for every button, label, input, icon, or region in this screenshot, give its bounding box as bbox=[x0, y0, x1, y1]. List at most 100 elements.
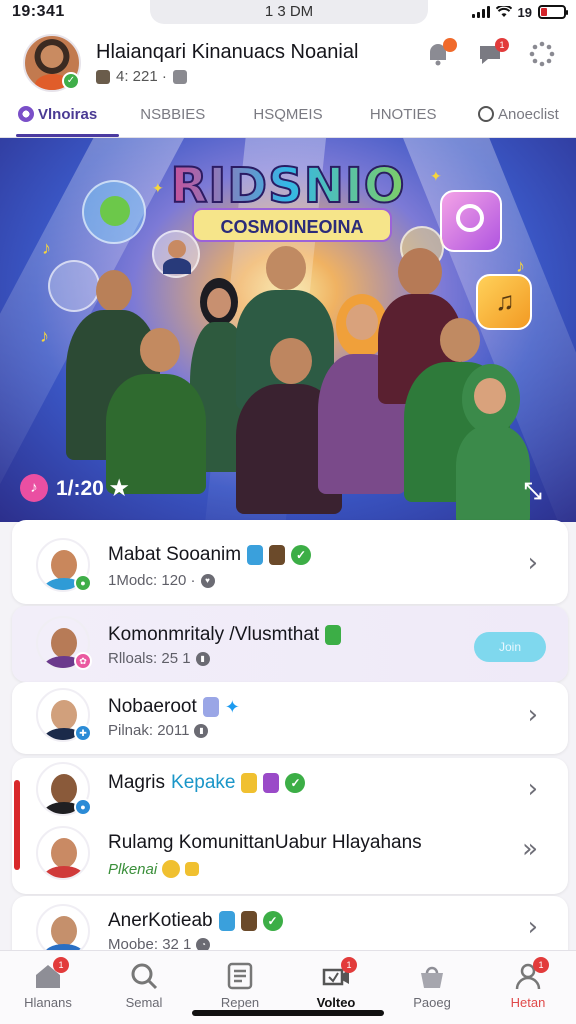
lock-icon bbox=[172, 69, 187, 84]
status-badge: ✿ bbox=[74, 652, 92, 670]
search-icon bbox=[131, 963, 158, 990]
tab-bar: Vlnoiras NSBBIES HSQMEIS HNOTIES Anoecli… bbox=[0, 102, 576, 138]
banner-count: ♪ 1/:20 ★ bbox=[20, 474, 129, 502]
emoji-icon bbox=[247, 545, 264, 565]
emoji-icon bbox=[185, 862, 200, 876]
double-chevron-icon[interactable]: » bbox=[522, 834, 538, 864]
status-bar: 19:341 1 3 DM 19 bbox=[0, 0, 576, 26]
list-item[interactable]: ● Magris Kepake ✓ › bbox=[12, 758, 568, 832]
item-subtitle: Plkenai bbox=[108, 860, 200, 878]
status-badge: ✚ bbox=[74, 724, 92, 742]
mascot-icon bbox=[82, 180, 146, 244]
search-app-icon bbox=[440, 190, 502, 252]
group-header: ✓ Hlaianqari Kinanuacs Noanial 4: 221 · … bbox=[0, 26, 576, 102]
tab-3[interactable]: HSQMEIS bbox=[230, 102, 345, 137]
more-button[interactable] bbox=[528, 40, 558, 70]
list-card[interactable]: ✚ Nobaeroot ✦ Pilnak: 2011 ▮ › bbox=[12, 682, 568, 754]
nav-label: Paoeg bbox=[413, 995, 451, 1010]
emoji-icon bbox=[325, 625, 342, 645]
emoji-icon bbox=[162, 860, 181, 878]
item-title: Mabat Sooanim ✓ bbox=[108, 544, 312, 566]
collapse-icon[interactable]: ⤡ bbox=[524, 478, 554, 503]
list-item[interactable]: ✿ Komonmritaly /Vlusmthat Rlloals: 25 1 ▮… bbox=[12, 606, 568, 680]
nav-badge: 1 bbox=[533, 957, 549, 973]
item-title: AnerKotieab ✓ bbox=[108, 910, 283, 932]
tab-videos[interactable]: Vlnoiras bbox=[0, 102, 120, 137]
join-button[interactable]: Join bbox=[474, 632, 546, 662]
notification-button[interactable] bbox=[424, 38, 457, 70]
music-app-icon: ♫ bbox=[476, 274, 532, 330]
banner-subtitle: COSMOINEOINA bbox=[192, 208, 392, 242]
tab-2[interactable]: NSBBIES bbox=[115, 102, 230, 137]
music-note-icon: ♪ bbox=[516, 256, 525, 276]
nav-badge: 1 bbox=[53, 957, 69, 973]
nav-shop[interactable]: Paoeg bbox=[384, 951, 480, 1024]
item-title: Rulamg KomunittanUabur Hlayahans bbox=[108, 832, 422, 853]
wifi-icon bbox=[495, 6, 512, 17]
sparkle-icon: ✦ bbox=[430, 168, 442, 184]
online-check-icon: ✓ bbox=[62, 72, 80, 90]
sparkle-icon: ✦ bbox=[152, 180, 164, 196]
group-subtitle: 4: 221 · bbox=[96, 68, 187, 85]
chat-button[interactable]: 1 bbox=[476, 38, 509, 70]
tab-label: Vlnoiras bbox=[38, 106, 98, 123]
chat-badge: 1 bbox=[495, 38, 509, 52]
item-title: Komonmritaly /Vlusmthat bbox=[108, 624, 342, 646]
app-screen: 19:341 1 3 DM 19 ✓ Hlaianqari Kinanuacs … bbox=[0, 0, 576, 1024]
status-badge: ● bbox=[74, 798, 92, 816]
lock-icon: ▮ bbox=[194, 723, 209, 738]
emoji-icon bbox=[263, 773, 280, 793]
chevron-right-icon[interactable]: › bbox=[528, 774, 538, 804]
heart-icon: ♥ bbox=[200, 573, 215, 588]
shop-icon bbox=[421, 966, 443, 988]
list-card[interactable]: ✿ Komonmritaly /Vlusmthat Rlloals: 25 1 ▮… bbox=[12, 606, 568, 682]
chat-bubble-icon bbox=[48, 260, 100, 312]
unread-marker bbox=[14, 780, 20, 870]
list-item[interactable]: ● Mabat Sooanim ✓ 1Modc: 120 · ♥ › bbox=[12, 524, 568, 598]
list-item[interactable]: ✚ Nobaeroot ✦ Pilnak: 2011 ▮ › bbox=[12, 680, 568, 754]
header-actions: 1 bbox=[424, 38, 558, 70]
chevron-right-icon[interactable]: › bbox=[528, 912, 538, 942]
item-subtitle: Pilnak: 2011 ▮ bbox=[108, 722, 209, 739]
nav-label: Hetan bbox=[510, 995, 546, 1010]
featured-banner[interactable]: RIDSNIO COSMOINEOINA ♫ ♪ ✦ ♪ ♪ ✦ ♪ 1/:20… bbox=[0, 138, 576, 522]
emoji-icon bbox=[241, 773, 258, 793]
group-title[interactable]: Hlaianqari Kinanuacs Noanial bbox=[96, 41, 358, 64]
signal-icon bbox=[471, 6, 490, 18]
members-icon bbox=[96, 69, 110, 84]
nav-profile[interactable]: 1 Hetan bbox=[480, 951, 576, 1024]
tab-label: HSQMEIS bbox=[253, 106, 323, 123]
chevron-right-icon[interactable]: › bbox=[528, 548, 538, 578]
nav-label: Repen bbox=[220, 995, 260, 1010]
document-icon bbox=[227, 962, 253, 990]
item-subtitle: Rlloals: 25 1 ▮ bbox=[108, 650, 210, 667]
nav-search[interactable]: Semal bbox=[96, 951, 192, 1024]
status-time: 19:341 bbox=[12, 3, 65, 20]
music-note-icon: ♪ bbox=[40, 326, 49, 346]
bird-icon: ✦ bbox=[224, 696, 240, 717]
banner-count-text: 1/:20 ★ bbox=[56, 476, 129, 500]
verified-icon: ✓ bbox=[285, 773, 306, 793]
nav-label: Hlanans bbox=[24, 995, 72, 1010]
battery-icon bbox=[538, 5, 568, 19]
tab-5[interactable]: Anoeclist bbox=[461, 102, 576, 137]
list-item[interactable]: Rulamg KomunittanUabur Hlayahans Plkenai… bbox=[12, 822, 568, 896]
search-tab-icon bbox=[477, 106, 494, 122]
nav-home[interactable]: 1 Hlanans bbox=[0, 951, 96, 1024]
status-badge: ● bbox=[74, 574, 92, 592]
video-tab-icon bbox=[18, 106, 34, 122]
list-card[interactable]: ● Mabat Sooanim ✓ 1Modc: 120 · ♥ › bbox=[12, 520, 568, 604]
battery-percent: 19 bbox=[517, 4, 532, 20]
nav-label: Volteo bbox=[316, 995, 356, 1010]
tab-label: HNOTIES bbox=[369, 106, 437, 123]
emoji-icon bbox=[269, 545, 286, 565]
item-title: Nobaeroot ✦ bbox=[108, 696, 240, 717]
chevron-right-icon[interactable]: › bbox=[528, 700, 538, 730]
emoji-icon bbox=[240, 911, 257, 931]
tab-4[interactable]: HNOTIES bbox=[346, 102, 461, 137]
dynamic-island: 1 3 DM bbox=[150, 0, 428, 24]
list-card[interactable]: ● Magris Kepake ✓ › Rulamg KomunittanUabur… bbox=[12, 758, 568, 894]
verified-icon: ✓ bbox=[262, 911, 283, 931]
notification-badge bbox=[443, 38, 457, 52]
community-list: ● Mabat Sooanim ✓ 1Modc: 120 · ♥ › ✿ Komon… bbox=[0, 520, 576, 966]
